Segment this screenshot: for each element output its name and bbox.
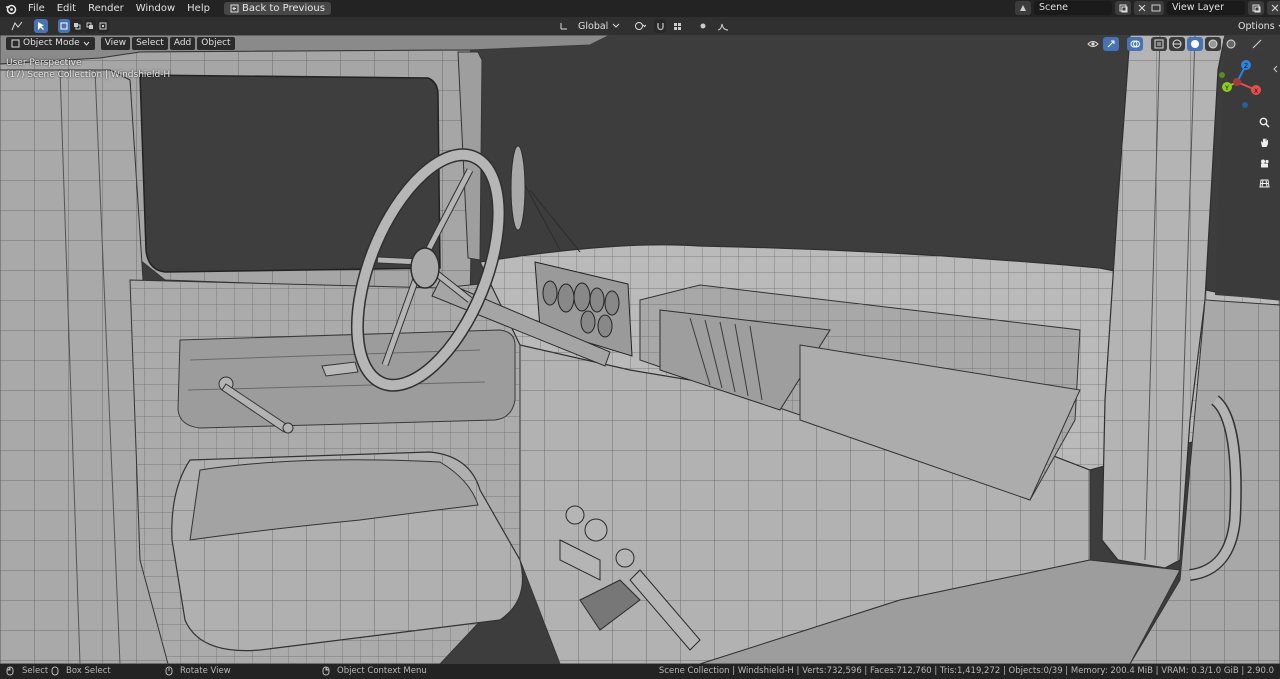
mouse-drag-icon — [51, 664, 59, 679]
mode-invert-icon[interactable] — [97, 19, 109, 33]
grid-perspective-icon[interactable] — [1256, 175, 1272, 191]
3d-viewport[interactable]: Object Mode View Select Add Object User … — [0, 35, 1280, 664]
scene-name-field[interactable]: Scene — [1034, 1, 1112, 15]
top-menu-bar: File Edit Render Window Help Back to Pre… — [0, 0, 1280, 17]
mode-selector[interactable]: Object Mode — [6, 37, 95, 50]
tool-header: Global Options — [0, 17, 1280, 35]
menu-render[interactable]: Render — [82, 0, 130, 17]
view-perspective-label: User Perspective — [6, 58, 82, 68]
visibility-icon[interactable] — [1085, 37, 1101, 51]
camera-view-icon[interactable] — [1256, 155, 1272, 171]
select-tool-icon[interactable] — [34, 19, 48, 33]
material-shading-icon[interactable] — [1205, 37, 1221, 51]
status-context-menu-label: Object Context Menu — [337, 666, 427, 676]
editor-options-icon[interactable] — [1249, 37, 1265, 51]
transform-orientation-icon — [557, 19, 571, 33]
proportional-edit-icon[interactable] — [696, 19, 710, 33]
falloff-icon[interactable] — [713, 19, 733, 33]
snap-toggle-icon[interactable] — [654, 19, 667, 33]
chevron-down-icon — [612, 23, 620, 28]
sidebar-toggle-icon[interactable] — [1272, 63, 1278, 76]
active-collection-label: (17) Scene Collection | Windshield-H — [6, 70, 171, 80]
pan-hand-icon[interactable] — [1256, 134, 1272, 150]
mouse-middle-icon — [165, 664, 173, 679]
navigation-gizmo[interactable]: Y X Z — [1212, 55, 1272, 115]
xray-toggle-icon[interactable] — [1151, 37, 1167, 51]
zoom-icon[interactable] — [1256, 114, 1272, 130]
gizmo-y-label: Y — [1224, 85, 1229, 92]
orientation-dropdown[interactable]: Global — [574, 19, 624, 33]
rendered-shading-icon[interactable] — [1223, 37, 1239, 51]
viewport-menu-add[interactable]: Add — [169, 37, 196, 50]
mode-subtract-icon[interactable] — [84, 19, 96, 33]
menu-file[interactable]: File — [22, 0, 51, 17]
back-to-previous-label: Back to Previous — [241, 3, 325, 14]
blender-logo-icon[interactable] — [0, 0, 22, 17]
view-layer-field[interactable]: View Layer — [1167, 1, 1245, 15]
menu-help[interactable]: Help — [181, 0, 216, 17]
view-layer-icon[interactable] — [1148, 1, 1164, 15]
scene-selector-icon[interactable] — [1015, 1, 1031, 15]
overlays-toggle-icon[interactable] — [1127, 37, 1143, 51]
gizmo-z-label: Z — [1244, 63, 1248, 70]
scene-statistics: Scene Collection | Windshield-H | Verts:… — [658, 666, 1274, 676]
chevron-down-icon — [83, 41, 90, 46]
mode-extend-icon[interactable] — [71, 19, 83, 33]
truck-interior-scene — [0, 35, 1280, 664]
viewport-menu-select[interactable]: Select — [132, 37, 168, 50]
mode-new-icon[interactable] — [58, 19, 70, 33]
menu-edit[interactable]: Edit — [51, 0, 82, 17]
options-label: Options — [1238, 20, 1275, 32]
back-to-previous-button[interactable]: Back to Previous — [223, 2, 331, 15]
menu-window[interactable]: Window — [130, 0, 181, 17]
gizmo-toggle-icon[interactable] — [1103, 37, 1119, 51]
status-box-select-label: Box Select — [66, 666, 111, 676]
orientation-label: Global — [578, 20, 609, 32]
new-scene-icon[interactable] — [1115, 1, 1131, 15]
mouse-left-icon — [6, 664, 14, 679]
options-dropdown[interactable]: Options — [1234, 19, 1280, 33]
pivot-point-icon[interactable] — [629, 19, 651, 33]
object-mode-icon — [11, 39, 20, 48]
status-select-label: Select — [22, 666, 49, 676]
status-bar: Select Box Select Rotate View Object Con… — [0, 664, 1280, 679]
editor-type-icon[interactable] — [6, 19, 28, 33]
mouse-right-icon — [322, 664, 330, 679]
remove-view-layer-icon[interactable] — [1267, 1, 1280, 15]
snap-target-icon[interactable] — [669, 19, 689, 33]
back-arrow-icon — [230, 4, 239, 13]
viewport-menu-view[interactable]: View — [100, 37, 131, 50]
viewport-menu-object[interactable]: Object — [197, 37, 235, 50]
status-rotate-label: Rotate View — [180, 666, 231, 676]
mode-label: Object Mode — [23, 38, 80, 48]
solid-shading-icon[interactable] — [1187, 37, 1203, 51]
gizmo-x-label: X — [1254, 88, 1258, 95]
wireframe-shading-icon[interactable] — [1169, 37, 1185, 51]
new-view-layer-icon[interactable] — [1248, 1, 1264, 15]
